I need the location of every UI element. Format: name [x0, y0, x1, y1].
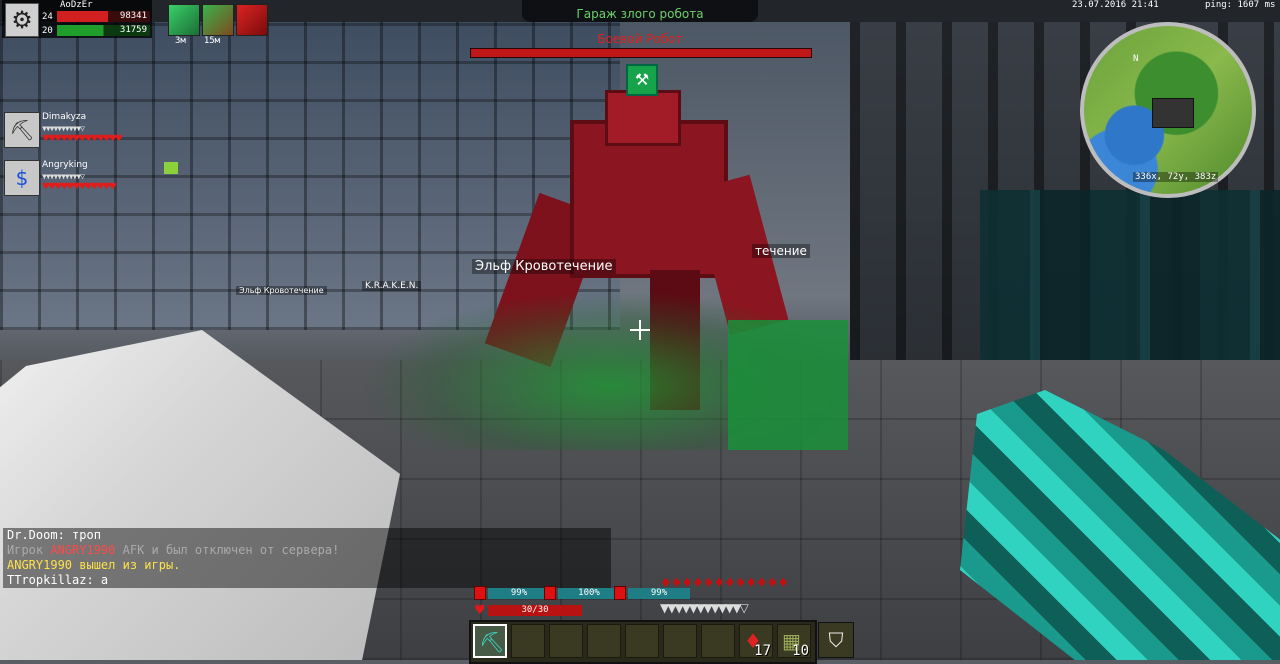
buff-bar [168, 4, 268, 36]
stat-indicator: 100% [544, 586, 620, 600]
minimap-building [1152, 98, 1194, 128]
party-member: $ Angryking ▼▼▼▼▼▼▼▼▼▼▽ ♥♥♥♥♥♥♥♥♥♥♥♥ [4, 160, 184, 206]
member-name: Angryking [42, 160, 88, 170]
battery-icon [544, 586, 556, 600]
hotbar-slot[interactable]: ▦ 10 [777, 624, 811, 659]
boss-name: Боевой Робот [597, 32, 683, 46]
chat-line: Игрок ANGRY1990 AFK и был отключен от се… [7, 543, 607, 558]
strength-buff-icon [236, 4, 268, 36]
minimap-coords: 336x, 72y, 383z [1133, 172, 1219, 182]
heart-icon: ♥ [474, 603, 486, 618]
level-bottom: 20 [42, 26, 53, 36]
chat-text: Игрок [7, 543, 51, 557]
ping: ping: 1607 ms [1205, 0, 1276, 10]
player-stats-panel: ⚙ AoDzEr 24 20 98341 31759 [2, 0, 152, 38]
hotbar-slot[interactable] [701, 624, 735, 658]
robot-head [605, 90, 681, 146]
nametag-right: течение [752, 244, 810, 258]
member-armor: ▼▼▼▼▼▼▼▼▼▼▽ [42, 124, 85, 133]
level-top: 24 [42, 12, 53, 22]
nametag-elf: Эльф Кровотечение [472, 259, 616, 274]
battery-icon [474, 586, 486, 600]
member-name: Dimakyza [42, 112, 87, 122]
boss-health-bar [470, 48, 812, 58]
shield-icon[interactable]: ⛉ [818, 622, 854, 658]
hotbar-slot[interactable]: ⛏ [473, 624, 507, 658]
member-hearts: ♥♥♥♥♥♥♥♥♥♥♥♥♥ [42, 134, 123, 144]
pickaxe-icon: ⛏ [4, 112, 40, 148]
hotbar-slot[interactable] [549, 624, 583, 658]
chat-text: ANGRY1990 вышел из игры. [7, 558, 181, 572]
teal-machine-panels [980, 190, 1280, 360]
chat-log: Dr.Doom: троп Игрок ANGRY1990 AFK и был … [3, 528, 611, 588]
battery-icon [614, 586, 626, 600]
member-hearts: ♥♥♥♥♥♥♥♥♥♥♥♥ [42, 182, 117, 192]
diamond-pickaxe-icon: ⛏ [479, 630, 505, 654]
chat-player-name: ANGRY1990 [50, 543, 116, 557]
item-count: 10 [792, 643, 809, 659]
green-armored-player[interactable] [728, 320, 848, 450]
buff-timer: 3м [175, 36, 186, 46]
money-bag-icon: $ [4, 160, 40, 196]
chat-text: AFK и был отключен от сервера! [115, 543, 340, 557]
stat-value: 100% [558, 587, 620, 599]
chat-text: Dr.Doom: троп [7, 528, 101, 542]
blood-drops: ♦♦♦♦♦♦♦♦♦♦♦♦ [660, 576, 789, 591]
party-member: ⛏ Dimakyza ▼▼▼▼▼▼▼▼▼▼▽ ♥♥♥♥♥♥♥♥♥♥♥♥♥ [4, 112, 184, 158]
hotbar: ⛏ ♦ 17 ▦ 10 [469, 620, 817, 664]
player-name: AoDzEr [60, 0, 93, 10]
minimap-north: N [1133, 54, 1139, 64]
chat-line: Dr.Doom: троп [7, 528, 607, 543]
leader-badge-icon [164, 162, 178, 174]
datetime: 23.07.2016 21:41 [1072, 0, 1159, 10]
buff-timer: 15м [203, 36, 221, 46]
buff-timers: 3м 15м [175, 36, 220, 46]
crosshair-icon [630, 320, 650, 340]
location-title: Гараж злого робота [522, 0, 758, 22]
hotbar-slot[interactable] [663, 624, 697, 658]
hotbar-slot[interactable] [587, 624, 621, 658]
health-points-bar: 98341 [57, 11, 150, 22]
hotbar-slot[interactable] [511, 624, 545, 658]
chat-text: TTropkillaz: a [7, 573, 109, 587]
health-bar: 30/30 [488, 605, 582, 616]
mana-points-bar: 31759 [57, 25, 150, 36]
chat-line: ANGRY1990 вышел из игры. [7, 558, 607, 573]
party-list: ⛏ Dimakyza ▼▼▼▼▼▼▼▼▼▼▽ ♥♥♥♥♥♥♥♥♥♥♥♥♥ $ A… [4, 112, 184, 208]
member-armor: ▼▼▼▼▼▼▼▼▼▼▽ [42, 172, 85, 181]
speed-buff-icon [168, 4, 200, 36]
gear-icon[interactable]: ⚙ [5, 3, 39, 37]
armor-bar: ▼▼▼▼▼▼▼▼▼▼▼▽ [660, 601, 749, 615]
nametag-elf-small: Эльф Кровотечение [236, 286, 327, 295]
stat-value: 99% [488, 587, 550, 599]
stat-indicator: 99% [474, 586, 550, 600]
hotbar-slot[interactable]: ♦ 17 [739, 624, 773, 659]
item-count: 17 [754, 643, 771, 659]
hammer-buff-icon [202, 4, 234, 36]
boss-axe-icon: ⚒ [626, 64, 658, 96]
nametag-kraken: K.R.A.K.E.N. [362, 281, 422, 291]
hotbar-slot[interactable] [625, 624, 659, 658]
